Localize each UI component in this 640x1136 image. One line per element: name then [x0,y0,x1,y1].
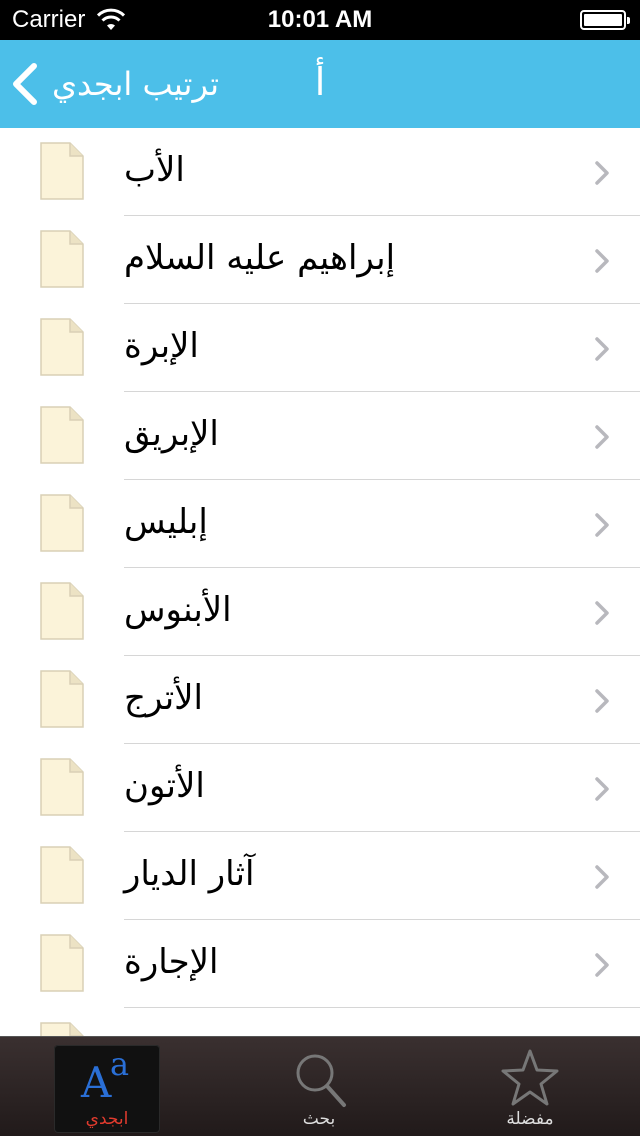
chevron-right-icon [595,689,609,713]
list-item[interactable]: إبراهيم عليه السلام [0,216,640,304]
svg-text:A: A [80,1058,112,1107]
list-item-label: الأتون [124,766,205,806]
list-item[interactable]: الأبنوس [0,568,640,656]
document-icon [40,230,84,288]
document-icon [40,582,84,640]
list-item[interactable]: الإجارة [0,920,640,1008]
chevron-right-icon [595,953,609,977]
chevron-right-icon [595,513,609,537]
document-icon [40,1022,84,1036]
document-icon [40,494,84,552]
star-icon [501,1049,559,1106]
document-icon [40,846,84,904]
tab-label: بحث [302,1109,336,1129]
list-item[interactable]: الأب [0,128,640,216]
status-bar: Carrier 10:01 AM [0,0,640,40]
document-icon [40,934,84,992]
list-item-label: الأبنوس [124,590,232,630]
tab-bar: A a ابجدي بحث مفضلة [0,1036,640,1136]
chevron-right-icon [595,337,609,361]
document-icon [40,670,84,728]
list-item-label: إبليس [124,502,208,542]
tab-search[interactable]: بحث [266,1045,372,1133]
list-item-label: إبراهيم عليه السلام [124,238,396,278]
chevron-right-icon [595,161,609,185]
alphabet-icon: A a [80,1047,129,1107]
tab-alphabetical[interactable]: A a ابجدي [54,1045,160,1133]
list-item-label: الإجارة [124,942,219,982]
back-button[interactable]: ترتيب ابجدي [10,54,220,114]
list-item[interactable]: الإبرة [0,304,640,392]
document-icon [40,406,84,464]
document-icon [40,142,84,200]
page-title: أ [314,60,326,104]
tab-label: مفضلة [506,1109,554,1129]
list-item[interactable]: الأتون [0,744,640,832]
list-item[interactable]: الإبريق [0,392,640,480]
status-time: 10:01 AM [267,6,373,33]
navigation-bar: ترتيب ابجدي أ [0,40,640,128]
entries-list: الأب إبراهيم عليه السلام الإبرة الإبريق إبلي… [0,128,640,1036]
document-icon [40,318,84,376]
back-button-label: ترتيب ابجدي [52,65,220,103]
list-item-label: آثار الديار [124,854,255,894]
list-item-label: الإبرة [124,326,199,366]
chevron-right-icon [595,425,609,449]
list-item[interactable] [0,1008,640,1036]
list-item[interactable]: الأترج [0,656,640,744]
chevron-right-icon [595,865,609,889]
tab-label: ابجدي [85,1109,129,1129]
list-item-label: الأترج [124,678,204,718]
tab-favorites[interactable]: مفضلة [477,1045,583,1133]
chevron-right-icon [595,777,609,801]
battery-icon [580,10,630,30]
list-item[interactable]: إبليس [0,480,640,568]
chevron-right-icon [595,601,609,625]
chevron-right-icon [595,249,609,273]
svg-text:a: a [110,1047,129,1083]
search-icon [296,1054,346,1107]
chevron-left-icon [13,63,37,105]
list-item[interactable]: آثار الديار [0,832,640,920]
list-item-label: الإبريق [124,414,219,454]
list-item-label: الأب [124,150,185,190]
document-icon [40,758,84,816]
